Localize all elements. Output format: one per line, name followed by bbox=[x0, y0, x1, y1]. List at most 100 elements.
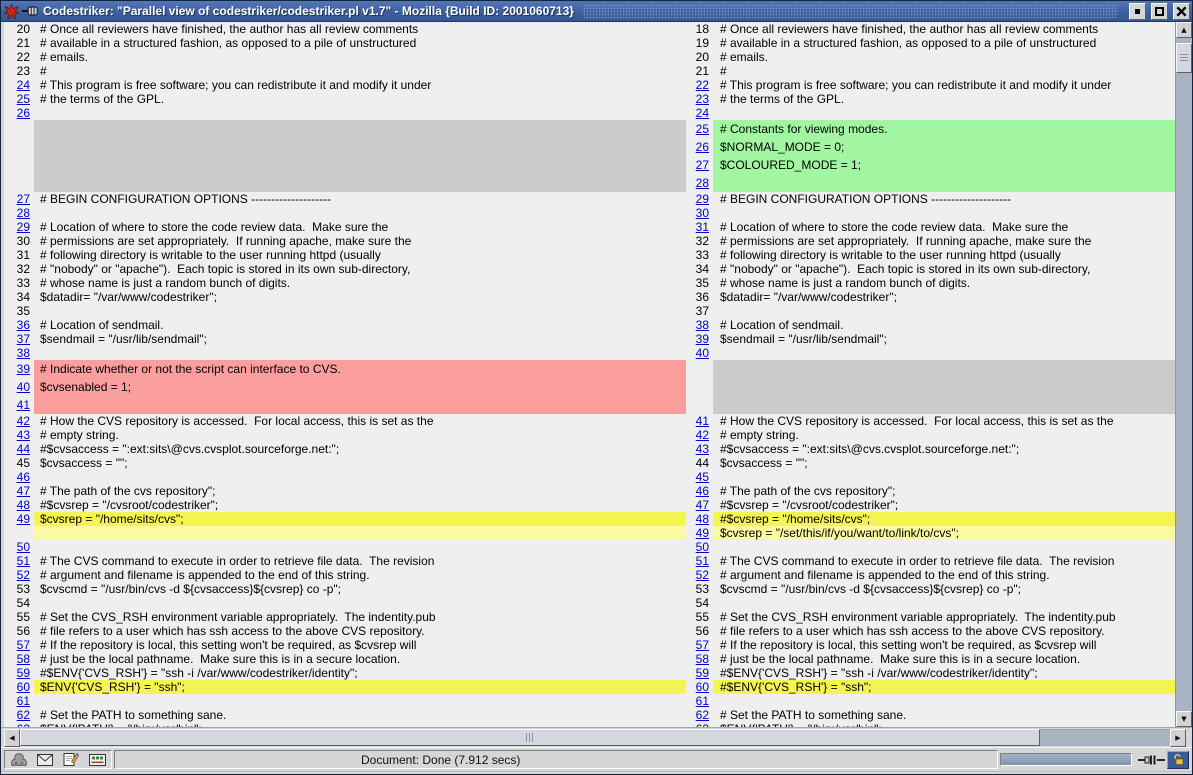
right-line-number[interactable]: 46 bbox=[686, 484, 713, 498]
right-line-number[interactable]: 59 bbox=[686, 666, 713, 680]
vertical-scroll-track[interactable] bbox=[1176, 73, 1192, 711]
right-code-text: # the terms of the GPL. bbox=[713, 92, 1175, 106]
right-line-number[interactable]: 45 bbox=[686, 470, 713, 484]
left-line-number[interactable]: 52 bbox=[4, 568, 34, 582]
status-text: Document: Done (7.912 secs) bbox=[361, 753, 520, 767]
scroll-right-button[interactable]: ▶ bbox=[1170, 729, 1186, 747]
right-line-number[interactable]: 29 bbox=[686, 192, 713, 206]
title-bar[interactable]: Codestriker: "Parallel view of codestrik… bbox=[1, 1, 1192, 22]
vertical-scrollbar[interactable]: ▲ ▼ bbox=[1175, 22, 1192, 727]
content-area: 20 # Once all reviewers have finished, t… bbox=[1, 22, 1192, 727]
left-line-number[interactable]: 47 bbox=[4, 484, 34, 498]
right-line-number[interactable]: 39 bbox=[686, 332, 713, 346]
scroll-down-button[interactable]: ▼ bbox=[1176, 711, 1192, 727]
left-line-number[interactable]: 42 bbox=[4, 414, 34, 428]
horizontal-scroll-track[interactable] bbox=[1040, 729, 1170, 746]
right-line-number[interactable]: 50 bbox=[686, 540, 713, 554]
diff-row: 47 # The path of the cvs repository"; 46… bbox=[4, 484, 1175, 498]
right-line-number[interactable]: 28 bbox=[686, 174, 713, 192]
left-line-number bbox=[4, 174, 34, 192]
horizontal-scroll-thumb[interactable] bbox=[20, 729, 1040, 746]
right-line-number[interactable]: 22 bbox=[686, 78, 713, 92]
left-line-number[interactable]: 36 bbox=[4, 318, 34, 332]
left-code-text: $cvsrep = "/home/sits/cvs"; bbox=[34, 512, 686, 526]
right-line-number[interactable]: 48 bbox=[686, 512, 713, 526]
left-line-number[interactable]: 37 bbox=[4, 332, 34, 346]
diff-row: 27 $COLOURED_MODE = 1; bbox=[4, 156, 1175, 174]
online-plug-icon[interactable] bbox=[1138, 753, 1165, 767]
left-line-number[interactable]: 24 bbox=[4, 78, 34, 92]
left-line-number[interactable]: 48 bbox=[4, 498, 34, 512]
right-line-number[interactable]: 25 bbox=[686, 120, 713, 138]
left-line-number[interactable]: 29 bbox=[4, 220, 34, 234]
left-line-number[interactable]: 58 bbox=[4, 652, 34, 666]
right-line-number[interactable]: 43 bbox=[686, 442, 713, 456]
left-line-number[interactable]: 62 bbox=[4, 708, 34, 722]
close-button[interactable] bbox=[1173, 3, 1190, 20]
right-line-number[interactable]: 60 bbox=[686, 680, 713, 694]
mail-icon[interactable] bbox=[36, 752, 54, 767]
right-line-number[interactable]: 31 bbox=[686, 220, 713, 234]
right-line-number[interactable]: 27 bbox=[686, 156, 713, 174]
left-code-text: # Once all reviewers have finished, the … bbox=[34, 22, 686, 36]
right-line-number[interactable]: 30 bbox=[686, 206, 713, 220]
composer-icon[interactable] bbox=[62, 752, 80, 767]
diff-row: 57 # If the repository is local, this se… bbox=[4, 638, 1175, 652]
right-line-number[interactable]: 47 bbox=[686, 498, 713, 512]
left-line-number[interactable]: 51 bbox=[4, 554, 34, 568]
horizontal-scrollbar[interactable]: ◀ ▶ bbox=[1, 727, 1192, 747]
left-line-number[interactable]: 40 bbox=[4, 378, 34, 396]
navigator-icon[interactable] bbox=[10, 752, 28, 767]
right-line-number[interactable]: 58 bbox=[686, 652, 713, 666]
left-line-number: 21 bbox=[4, 36, 34, 50]
right-line-number[interactable]: 24 bbox=[686, 106, 713, 120]
left-code-text: # argument and filename is appended to t… bbox=[34, 568, 686, 582]
left-code-text: # "nobody" or "apache"). Each topic is s… bbox=[34, 262, 686, 276]
left-line-number[interactable]: 26 bbox=[4, 106, 34, 120]
left-line-number[interactable]: 28 bbox=[4, 206, 34, 220]
right-line-number[interactable]: 61 bbox=[686, 694, 713, 708]
right-line-number[interactable]: 38 bbox=[686, 318, 713, 332]
left-line-number: 53 bbox=[4, 582, 34, 596]
left-line-number[interactable]: 49 bbox=[4, 512, 34, 526]
diff-row: 45 $cvsaccess = ""; 44 $cvsaccess = ""; bbox=[4, 456, 1175, 470]
right-line-number[interactable]: 51 bbox=[686, 554, 713, 568]
left-line-number[interactable]: 44 bbox=[4, 442, 34, 456]
left-line-number[interactable]: 59 bbox=[4, 666, 34, 680]
left-line-number[interactable]: 43 bbox=[4, 428, 34, 442]
left-line-number[interactable]: 61 bbox=[4, 694, 34, 708]
left-line-number[interactable]: 41 bbox=[4, 396, 34, 414]
left-line-number[interactable]: 57 bbox=[4, 638, 34, 652]
left-line-number[interactable]: 38 bbox=[4, 346, 34, 360]
right-line-number[interactable]: 57 bbox=[686, 638, 713, 652]
maximize-button[interactable] bbox=[1151, 3, 1168, 20]
left-code-text: #$cvsaccess = ":ext:sits\@cvs.cvsplot.so… bbox=[34, 442, 686, 456]
vertical-scroll-thumb[interactable] bbox=[1176, 43, 1192, 73]
left-line-number[interactable]: 50 bbox=[4, 540, 34, 554]
left-line-number[interactable]: 39 bbox=[4, 360, 34, 378]
right-line-number[interactable]: 23 bbox=[686, 92, 713, 106]
right-code-text: # Once all reviewers have finished, the … bbox=[713, 22, 1175, 36]
left-code-text bbox=[34, 138, 686, 156]
minimize-button[interactable] bbox=[1129, 3, 1146, 20]
right-line-number[interactable]: 49 bbox=[686, 526, 713, 540]
scroll-up-button[interactable]: ▲ bbox=[1176, 22, 1192, 38]
arrow-left-icon: ◀ bbox=[9, 734, 14, 742]
left-line-number[interactable]: 46 bbox=[4, 470, 34, 484]
addressbook-icon[interactable] bbox=[88, 752, 106, 767]
right-code-text bbox=[713, 396, 1175, 414]
right-line-number[interactable]: 40 bbox=[686, 346, 713, 360]
right-line-number[interactable]: 41 bbox=[686, 414, 713, 428]
left-line-number[interactable]: 25 bbox=[4, 92, 34, 106]
right-line-number[interactable]: 26 bbox=[686, 138, 713, 156]
right-line-number[interactable]: 52 bbox=[686, 568, 713, 582]
window-pin-icon[interactable] bbox=[22, 4, 38, 19]
scroll-left-button[interactable]: ◀ bbox=[4, 729, 20, 747]
right-line-number[interactable]: 62 bbox=[686, 708, 713, 722]
security-lock-icon[interactable] bbox=[1167, 751, 1189, 769]
right-line-number[interactable]: 42 bbox=[686, 428, 713, 442]
left-line-number[interactable]: 27 bbox=[4, 192, 34, 206]
right-code-text: $COLOURED_MODE = 1; bbox=[713, 156, 1175, 174]
left-line-number[interactable]: 60 bbox=[4, 680, 34, 694]
right-code-text: # following directory is writable to the… bbox=[713, 248, 1175, 262]
